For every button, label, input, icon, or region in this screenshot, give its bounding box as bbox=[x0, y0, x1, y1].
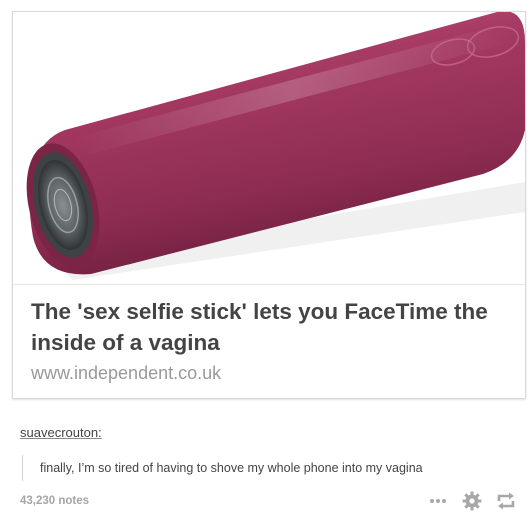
reblog-quote: finally, I’m so tired of having to shove… bbox=[22, 455, 423, 481]
card-divider bbox=[13, 284, 525, 285]
reblog-username[interactable]: suavecrouton: bbox=[20, 425, 102, 440]
more-icon[interactable] bbox=[428, 490, 448, 512]
product-photo-icon bbox=[13, 12, 525, 284]
notes-count[interactable]: 43,230 notes bbox=[20, 495, 89, 507]
tumblr-post: The 'sex selfie stick' lets you FaceTime… bbox=[0, 0, 532, 522]
reblog-text: finally, I’m so tired of having to shove… bbox=[40, 461, 423, 475]
link-preview-card[interactable]: The 'sex selfie stick' lets you FaceTime… bbox=[12, 11, 526, 399]
link-thumbnail bbox=[13, 12, 525, 284]
gear-icon[interactable] bbox=[462, 490, 482, 512]
link-title[interactable]: The 'sex selfie stick' lets you FaceTime… bbox=[31, 296, 511, 358]
link-url[interactable]: www.independent.co.uk bbox=[31, 363, 221, 384]
post-actions bbox=[428, 489, 516, 513]
reblog-icon[interactable] bbox=[496, 490, 516, 512]
